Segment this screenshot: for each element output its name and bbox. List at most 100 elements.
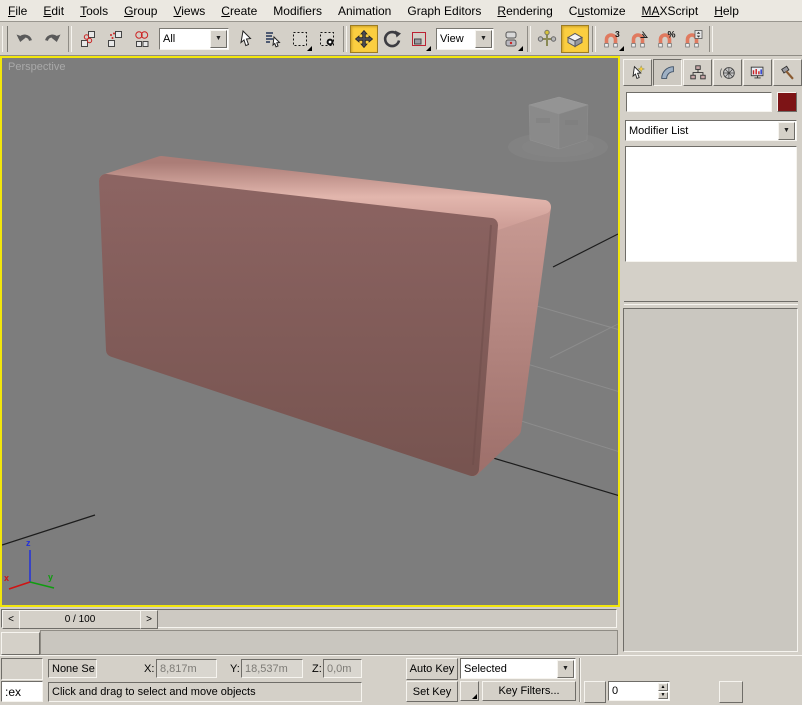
viewport-perspective[interactable]: z x y Perspective: [0, 56, 621, 607]
select-object-icon: [236, 29, 256, 49]
menu-tools[interactable]: Tools: [72, 1, 116, 21]
modifier-stack-list[interactable]: [625, 146, 797, 262]
menu-graph-editors[interactable]: Graph Editors: [399, 1, 489, 21]
menu-group[interactable]: Group: [116, 1, 165, 21]
menu-modifiers[interactable]: Modifiers: [265, 1, 330, 21]
command-panel-tabs: [620, 56, 802, 86]
utilities-tab-icon: [779, 64, 797, 82]
modifier-stack-toolbar: [624, 266, 800, 290]
menu-views[interactable]: Views: [165, 1, 213, 21]
tab-utilities[interactable]: [773, 59, 802, 86]
tab-motion[interactable]: [713, 59, 742, 86]
current-frame-field[interactable]: 0 ▲ ▼: [608, 681, 670, 701]
maxscript-listener-input[interactable]: :ex: [1, 681, 43, 702]
tab-create[interactable]: [623, 59, 652, 86]
viewcube[interactable]: [508, 96, 608, 162]
x-label: X:: [144, 663, 155, 675]
frame-spinner[interactable]: ▲ ▼: [658, 683, 668, 699]
reference-coordinate-system-arrow-icon[interactable]: ▼: [475, 29, 492, 48]
default-in-out-tangents-button[interactable]: [460, 681, 479, 701]
selection-filter-value: All: [163, 32, 176, 45]
select-object-button[interactable]: [233, 26, 259, 52]
select-by-name-button[interactable]: [260, 26, 286, 52]
select-and-move-button[interactable]: [350, 24, 378, 53]
spinner-up-icon[interactable]: ▲: [658, 683, 668, 691]
redo-button[interactable]: [39, 26, 65, 52]
select-and-move-icon: [354, 29, 374, 49]
set-key-button[interactable]: Set Key: [406, 681, 458, 702]
selection-filter-arrow-icon[interactable]: ▼: [210, 29, 227, 48]
select-and-link-button[interactable]: [75, 26, 101, 52]
menu-customize[interactable]: Customize: [561, 1, 634, 21]
unlink-selection-button[interactable]: [102, 26, 128, 52]
set-keys-button[interactable]: [365, 659, 403, 702]
bind-to-space-warp-button[interactable]: [129, 26, 155, 52]
selection-filter-dropdown[interactable]: All ▼: [159, 27, 229, 50]
snaps-toggle-3d-button[interactable]: 3: [599, 26, 625, 52]
menu-file[interactable]: File: [0, 1, 35, 21]
menu-rendering[interactable]: Rendering: [489, 1, 560, 21]
percent-snap-toggle-icon: %: [656, 29, 676, 49]
key-mode-arrow-icon[interactable]: ▼: [557, 659, 574, 678]
toolbar-grip[interactable]: [2, 25, 8, 52]
absolute-mode-transform-toggle[interactable]: [124, 659, 142, 678]
spinner-down-icon[interactable]: ▼: [658, 691, 668, 699]
menu-edit[interactable]: Edit: [35, 1, 72, 21]
use-pivot-point-center-button[interactable]: [498, 26, 524, 52]
keyboard-shortcut-override-button[interactable]: [561, 24, 589, 53]
modifier-list-arrow-icon[interactable]: ▼: [778, 121, 795, 140]
z-label: Z:: [312, 663, 322, 675]
create-tab-icon: [629, 64, 647, 82]
select-and-manipulate-button[interactable]: [534, 26, 560, 52]
key-filters-button[interactable]: Key Filters...: [482, 681, 576, 701]
select-and-scale-button[interactable]: [406, 26, 432, 52]
rectangular-selection-region-button[interactable]: [287, 26, 313, 52]
toolbar-separator: [527, 25, 531, 52]
scene-object-box[interactable]: [99, 156, 551, 476]
y-coordinate-field[interactable]: 18,537m: [241, 659, 303, 678]
key-mode-dropdown[interactable]: Selected ▼: [460, 658, 576, 679]
tab-display[interactable]: [743, 59, 772, 86]
keyboard-shortcut-override-icon: [565, 29, 585, 49]
selection-lock-toggle[interactable]: [101, 659, 119, 678]
undo-button[interactable]: [12, 26, 38, 52]
time-slider-prev-button[interactable]: <: [2, 610, 20, 629]
command-panel: Modifier List ▼: [620, 56, 802, 655]
use-pivot-point-center-icon: [501, 29, 521, 49]
window-crossing-toggle-button[interactable]: [314, 26, 340, 52]
menu-create[interactable]: Create: [213, 1, 265, 21]
viewport-canvas[interactable]: z x y: [1, 58, 621, 605]
svg-text:z: z: [26, 538, 31, 548]
x-coordinate-field[interactable]: 8,817m: [156, 659, 217, 678]
object-color-swatch[interactable]: [777, 92, 797, 112]
percent-snap-toggle-button[interactable]: %: [653, 26, 679, 52]
tab-modify[interactable]: [653, 59, 682, 86]
spinner-snap-toggle-button[interactable]: [680, 26, 706, 52]
menu-help[interactable]: Help: [706, 1, 747, 21]
viewport-label[interactable]: Perspective: [8, 61, 65, 73]
maxscript-listener-pink-row[interactable]: [1, 658, 43, 680]
svg-text:x: x: [4, 573, 9, 583]
reference-coordinate-system-value: View: [440, 32, 464, 45]
toolbar-separator: [68, 25, 72, 52]
rollout-area: [623, 308, 798, 652]
time-slider-handle[interactable]: 0 / 100: [19, 610, 141, 629]
modifier-list-dropdown[interactable]: Modifier List ▼: [625, 120, 797, 141]
angle-snap-toggle-button[interactable]: [626, 26, 652, 52]
reference-coordinate-system-dropdown[interactable]: View ▼: [436, 27, 494, 50]
hierarchy-tab-icon: [689, 64, 707, 82]
open-mini-curve-editor-button[interactable]: [1, 632, 40, 655]
track-bar-ruler[interactable]: [40, 630, 618, 655]
menu-animation[interactable]: Animation: [330, 1, 399, 21]
z-coordinate-field[interactable]: 0,0m: [323, 659, 362, 678]
select-and-rotate-button[interactable]: [379, 26, 405, 52]
svg-text:3: 3: [615, 29, 620, 39]
auto-key-button[interactable]: Auto Key: [406, 658, 458, 680]
object-name-input[interactable]: [626, 92, 772, 112]
modifier-list-value: Modifier List: [629, 124, 689, 137]
menu-maxscript[interactable]: MAXScript: [634, 1, 707, 21]
time-slider-next-button[interactable]: >: [140, 610, 158, 629]
key-mode-toggle-button[interactable]: [584, 681, 606, 703]
tab-hierarchy[interactable]: [683, 59, 712, 86]
angle-snap-toggle-icon: [629, 29, 649, 49]
